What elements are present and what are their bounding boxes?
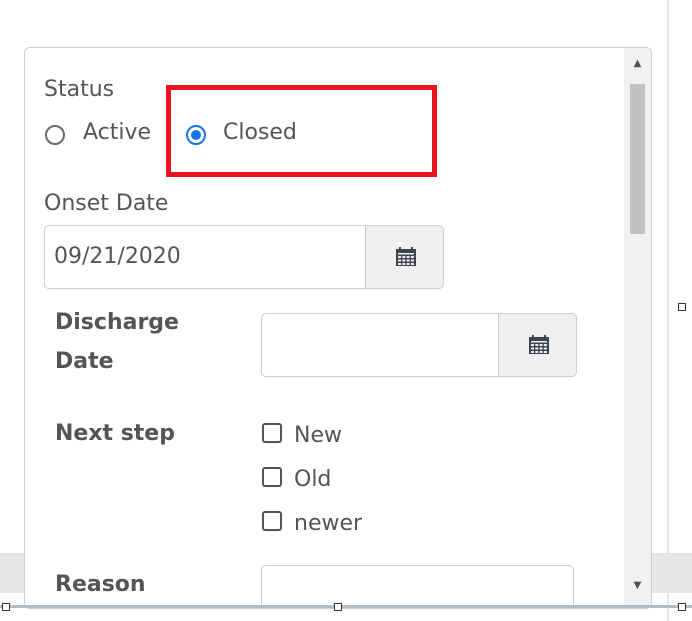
discharge-date-label-line1: Discharge [55, 310, 179, 335]
calendar-icon [396, 247, 416, 266]
next-step-label: Next step [55, 421, 175, 446]
onset-date-input[interactable]: 09/21/2020 [44, 225, 366, 289]
next-step-newer-label[interactable]: newer [294, 511, 362, 536]
calendar-icon [529, 335, 549, 354]
resize-handle-bottom[interactable] [334, 603, 342, 611]
resize-handle-left-bottom[interactable] [2, 603, 10, 611]
discharge-date-label-line2: Date [55, 349, 114, 374]
onset-date-calendar-button[interactable] [366, 225, 444, 289]
edit-popup-panel: Status Active Closed Onset Date 09/21/20… [24, 47, 652, 609]
next-step-new-checkbox[interactable] [262, 423, 282, 443]
resize-handle-right[interactable] [678, 303, 686, 311]
vertical-scrollbar[interactable]: ▲ ▼ [624, 48, 651, 608]
next-step-old-checkbox[interactable] [262, 467, 282, 487]
discharge-date-calendar-button[interactable] [499, 313, 577, 377]
next-step-old-label[interactable]: Old [294, 467, 331, 492]
window-edge [667, 0, 669, 621]
bottom-edge [0, 605, 692, 608]
next-step-new-label[interactable]: New [294, 423, 342, 448]
onset-date-label: Onset Date [44, 191, 169, 216]
highlight-box [166, 85, 437, 177]
resize-handle-corner[interactable] [678, 603, 686, 611]
discharge-date-input[interactable] [261, 313, 499, 377]
reason-label: Reason [55, 572, 146, 597]
status-active-label[interactable]: Active [83, 120, 151, 145]
scroll-down-arrow-icon[interactable]: ▼ [624, 580, 651, 591]
status-active-radio[interactable] [45, 125, 65, 145]
next-step-newer-checkbox[interactable] [262, 511, 282, 531]
status-label: Status [44, 77, 115, 102]
scroll-thumb[interactable] [630, 84, 645, 234]
reason-input[interactable] [261, 565, 574, 608]
scroll-up-arrow-icon[interactable]: ▲ [624, 58, 651, 69]
